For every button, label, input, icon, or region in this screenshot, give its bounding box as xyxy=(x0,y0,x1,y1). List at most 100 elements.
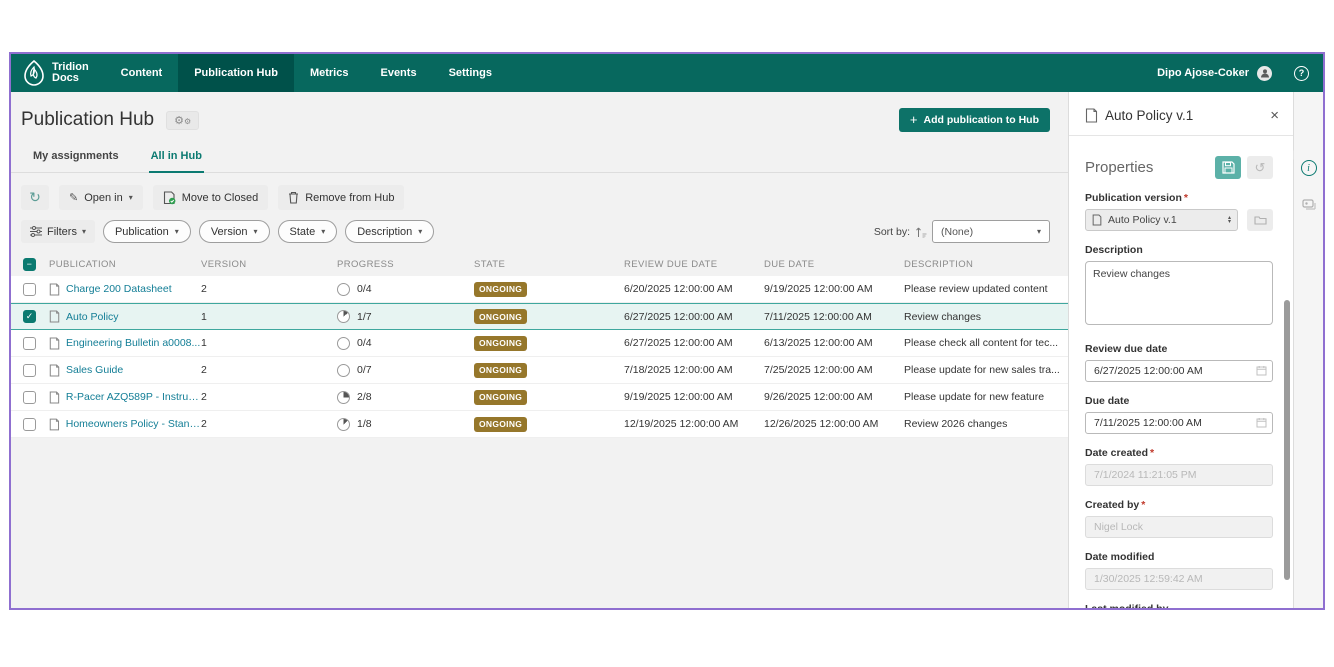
hub-settings-button[interactable]: ⚙⚙ xyxy=(166,111,199,130)
gear-icon: ⚙ xyxy=(174,115,184,127)
row-checkbox[interactable] xyxy=(23,283,36,296)
nav-item-publication-hub[interactable]: Publication Hub xyxy=(178,54,294,92)
description-textarea[interactable]: Review changes xyxy=(1085,261,1273,325)
table-body: Charge 200 Datasheet 2 0/4 ONGOING 6/20/… xyxy=(11,276,1068,438)
state-badge: ONGOING xyxy=(474,309,527,324)
open-in-button[interactable]: ✎ Open in ▾ xyxy=(59,185,143,210)
progress-pie-icon xyxy=(337,283,350,296)
help-icon[interactable]: ? xyxy=(1294,66,1309,81)
person-icon xyxy=(1260,68,1270,78)
review-due-date-input[interactable] xyxy=(1085,360,1273,382)
table-row[interactable]: Homeowners Policy - Stand... 2 1/8 ONGOI… xyxy=(11,411,1068,438)
panel-scrollbar[interactable] xyxy=(1284,300,1290,580)
filters-button[interactable]: Filters ▾ xyxy=(21,220,95,243)
table-row[interactable]: Charge 200 Datasheet 2 0/4 ONGOING 6/20/… xyxy=(11,276,1068,303)
sort-dropdown[interactable]: (None) ▾ xyxy=(932,220,1050,243)
user-name[interactable]: Dipo Ajose-Coker xyxy=(1157,67,1249,79)
calendar-icon[interactable] xyxy=(1256,417,1267,428)
move-to-closed-button[interactable]: Move to Closed xyxy=(153,185,268,210)
filter-pill-description[interactable]: Description▾ xyxy=(345,220,434,243)
chevron-down-icon: ▾ xyxy=(321,227,325,236)
description-cell: Please review updated content xyxy=(904,283,1068,295)
row-checkbox[interactable] xyxy=(23,391,36,404)
col-due-date[interactable]: DUE DATE xyxy=(764,259,904,270)
publication-link[interactable]: Engineering Bulletin a0008... xyxy=(66,337,200,349)
undo-button[interactable]: ↺ xyxy=(1247,156,1273,179)
select-all-checkbox[interactable]: − xyxy=(23,258,36,271)
due-date-label: Due date xyxy=(1085,395,1273,407)
table-header-row: − PUBLICATION VERSION PROGRESS STATE REV… xyxy=(11,252,1068,276)
progress-pie-icon xyxy=(337,418,350,431)
row-checkbox[interactable]: ✓ xyxy=(23,310,36,323)
table-row[interactable]: Sales Guide 2 0/7 ONGOING 7/18/2025 12:0… xyxy=(11,357,1068,384)
publication-link[interactable]: R-Pacer AZQ589P - Instruc... xyxy=(66,391,201,403)
folder-icon xyxy=(1254,215,1267,225)
top-navbar: Tridion Docs Content Publication Hub Met… xyxy=(11,54,1323,92)
document-icon xyxy=(49,418,60,431)
info-icon[interactable]: i xyxy=(1301,160,1317,176)
labels-icon[interactable] xyxy=(1301,198,1317,212)
sort-icon[interactable] xyxy=(915,226,927,238)
browse-folder-button[interactable] xyxy=(1247,209,1273,231)
required-marker: * xyxy=(1150,447,1154,459)
document-icon xyxy=(49,337,60,350)
version-cell: 2 xyxy=(201,418,337,430)
description-cell: Review changes xyxy=(904,311,1068,323)
review-due-date-cell: 6/27/2025 12:00:00 AM xyxy=(624,337,764,349)
created-by-input xyxy=(1085,516,1273,538)
nav-item-settings[interactable]: Settings xyxy=(433,54,508,92)
review-due-date-cell: 6/20/2025 12:00:00 AM xyxy=(624,283,764,295)
table-row[interactable]: R-Pacer AZQ589P - Instruc... 2 2/8 ONGOI… xyxy=(11,384,1068,411)
refresh-button[interactable]: ↻ xyxy=(21,185,49,210)
version-cell: 2 xyxy=(201,283,337,295)
user-avatar-icon[interactable] xyxy=(1257,66,1272,81)
due-date-cell: 12/26/2025 12:00:00 AM xyxy=(764,418,904,430)
date-created-input xyxy=(1085,464,1273,486)
publication-version-label: Publication version* xyxy=(1085,192,1273,204)
state-badge: ONGOING xyxy=(474,417,527,432)
add-publication-button[interactable]: + Add publication to Hub xyxy=(899,108,1050,132)
col-publication[interactable]: PUBLICATION xyxy=(49,259,201,270)
remove-from-hub-button[interactable]: Remove from Hub xyxy=(278,185,404,210)
nav-item-events[interactable]: Events xyxy=(364,54,432,92)
tab-my-assignments[interactable]: My assignments xyxy=(31,150,121,172)
table-row[interactable]: ✓ Auto Policy 1 1/7 ONGOING 6/27/2025 12… xyxy=(11,303,1068,330)
due-date-input[interactable] xyxy=(1085,412,1273,434)
close-icon[interactable]: × xyxy=(1270,108,1279,123)
col-state[interactable]: STATE xyxy=(474,259,624,270)
progress-pie-icon xyxy=(337,310,350,323)
col-review-due-date[interactable]: REVIEW DUE DATE xyxy=(624,259,764,270)
row-checkbox[interactable] xyxy=(23,337,36,350)
table-row[interactable]: Engineering Bulletin a0008... 1 0/4 ONGO… xyxy=(11,330,1068,357)
filter-pill-version[interactable]: Version▾ xyxy=(199,220,270,243)
filter-pill-publication[interactable]: Publication▾ xyxy=(103,220,191,243)
save-button[interactable] xyxy=(1215,156,1241,179)
row-checkbox[interactable] xyxy=(23,364,36,377)
tab-all-in-hub[interactable]: All in Hub xyxy=(149,150,204,173)
publication-link[interactable]: Charge 200 Datasheet xyxy=(66,283,172,295)
progress-cell: 2/8 xyxy=(337,391,474,404)
publication-version-field[interactable]: Auto Policy v.1 ▴▾ xyxy=(1085,209,1238,231)
col-description[interactable]: DESCRIPTION xyxy=(904,259,1068,270)
col-progress[interactable]: PROGRESS xyxy=(337,259,474,270)
brand-logo[interactable]: Tridion Docs xyxy=(11,54,105,92)
nav-item-content[interactable]: Content xyxy=(105,54,179,92)
nav-item-metrics[interactable]: Metrics xyxy=(294,54,365,92)
publication-link[interactable]: Homeowners Policy - Stand... xyxy=(66,418,201,430)
version-cell: 1 xyxy=(201,311,337,323)
filter-sliders-icon xyxy=(30,226,42,237)
publication-link[interactable]: Sales Guide xyxy=(66,364,123,376)
save-floppy-icon xyxy=(1222,161,1235,174)
spinner-icon[interactable]: ▴▾ xyxy=(1228,216,1231,225)
date-created-label: Date created* xyxy=(1085,447,1273,459)
document-icon xyxy=(49,283,60,296)
page-title: Publication Hub xyxy=(21,109,154,131)
calendar-icon[interactable] xyxy=(1256,365,1267,376)
col-version[interactable]: VERSION xyxy=(201,259,337,270)
publication-link[interactable]: Auto Policy xyxy=(66,311,119,323)
row-checkbox[interactable] xyxy=(23,418,36,431)
filter-pill-state[interactable]: State▾ xyxy=(278,220,338,243)
created-by-label: Created by* xyxy=(1085,499,1273,511)
progress-cell: 0/4 xyxy=(337,283,474,296)
review-due-date-cell: 6/27/2025 12:00:00 AM xyxy=(624,311,764,323)
